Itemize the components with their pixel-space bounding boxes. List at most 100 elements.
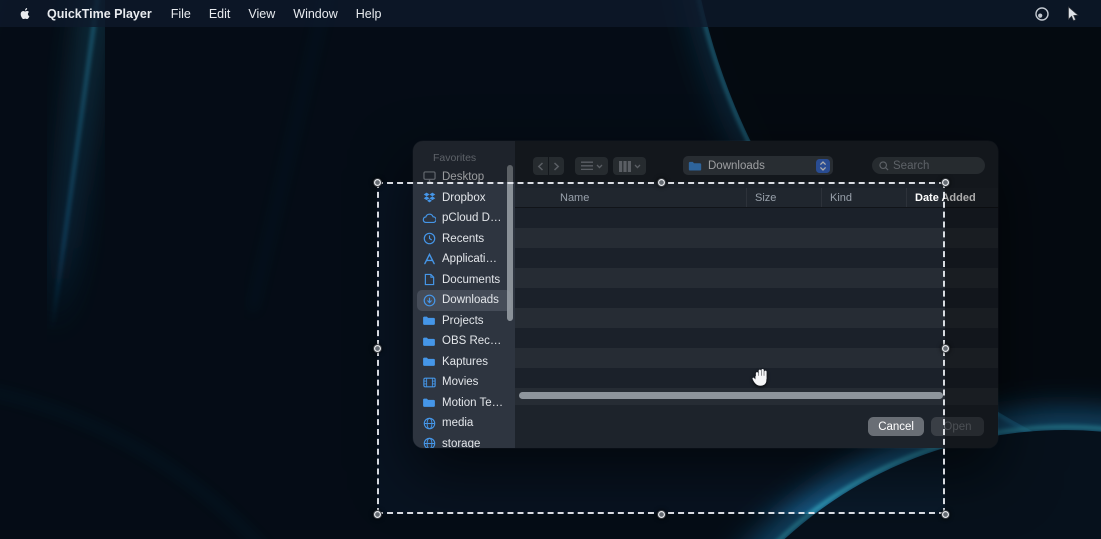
- sidebar-section-label: Favorites: [433, 152, 477, 164]
- apple-logo-icon: [20, 7, 30, 20]
- file-list-row: [515, 228, 998, 248]
- downloads-icon: [422, 293, 436, 307]
- sidebar-item-storage[interactable]: storage: [417, 434, 511, 448]
- menu-edit[interactable]: Edit: [200, 7, 240, 21]
- sidebar-item-applications[interactable]: Applicati…: [417, 249, 511, 270]
- applications-icon: [422, 252, 436, 266]
- sidebar-item-kaptures[interactable]: Kaptures: [417, 352, 511, 373]
- file-list: [515, 208, 998, 388]
- sidebar-item-label: OBS Rec…: [442, 335, 502, 348]
- sidebar-item-downloads[interactable]: Downloads: [417, 290, 511, 311]
- network-icon: [422, 416, 436, 430]
- network-icon: [422, 437, 436, 448]
- hand-cursor-icon: [752, 369, 767, 386]
- cloud-icon: [422, 211, 436, 225]
- column-header-size[interactable]: Size: [747, 188, 822, 207]
- sidebar-item-dropbox[interactable]: Dropbox: [417, 188, 511, 209]
- selection-handle-top-right[interactable]: [941, 178, 950, 187]
- selection-handle-left-middle[interactable]: [373, 344, 382, 353]
- sidebar-item-label: Movies: [442, 376, 479, 389]
- sidebar-item-label: Kaptures: [442, 355, 489, 368]
- sidebar-item-label: pCloud D…: [442, 212, 502, 225]
- chevron-down-icon: [634, 164, 640, 169]
- selection-handle-bottom-middle[interactable]: [657, 510, 666, 519]
- forward-button[interactable]: [549, 157, 564, 175]
- file-list-header: Name Size Kind Date Added: [515, 188, 998, 208]
- dialog-toolbar: Downloads Search: [515, 141, 998, 188]
- file-list-row: [515, 288, 998, 308]
- sidebar-item-label: Desktop: [442, 171, 485, 184]
- location-popup-value: Downloads: [708, 159, 765, 172]
- sidebar-item-recents[interactable]: Recents: [417, 229, 511, 250]
- selection-handle-bottom-right[interactable]: [941, 510, 950, 519]
- horizontal-scrollbar[interactable]: [519, 392, 943, 399]
- back-button[interactable]: [533, 157, 548, 175]
- screen-recording-icon[interactable]: [1034, 6, 1050, 22]
- sidebar-item-pcloud[interactable]: pCloud D…: [417, 208, 511, 229]
- sidebar-item-label: Projects: [442, 314, 484, 327]
- desktop-icon: [422, 170, 436, 184]
- sidebar-item-documents[interactable]: Documents: [417, 270, 511, 291]
- document-icon: [422, 273, 436, 287]
- sidebar-item-obs-recordings[interactable]: OBS Rec…: [417, 331, 511, 352]
- selection-handle-top-middle[interactable]: [657, 178, 666, 187]
- chevron-down-icon: [596, 164, 602, 169]
- column-header-name[interactable]: Name: [515, 188, 747, 207]
- file-list-row: [515, 248, 998, 268]
- popup-stepper-icon: [816, 158, 830, 173]
- finder-sidebar: Favorites Desktop Dropbox pCloud D… Rece…: [413, 141, 515, 448]
- apple-menu[interactable]: [18, 6, 33, 21]
- folder-icon: [422, 396, 436, 410]
- folder-icon: [422, 334, 436, 348]
- column-header-date-added[interactable]: Date Added: [907, 188, 998, 207]
- chevron-left-icon: [537, 161, 544, 171]
- menu-bar: QuickTime Player File Edit View Window H…: [0, 0, 1101, 27]
- active-app-name[interactable]: QuickTime Player: [47, 7, 152, 21]
- file-list-row: [515, 208, 998, 228]
- file-browser-pane: Downloads Search Name Size Kind Date Add…: [515, 141, 998, 448]
- open-button[interactable]: Open: [931, 417, 984, 436]
- cancel-button[interactable]: Cancel: [868, 417, 924, 436]
- folder-icon: [422, 355, 436, 369]
- pointer-icon: [1068, 5, 1079, 21]
- chevron-right-icon: [553, 161, 560, 171]
- menu-view[interactable]: View: [239, 7, 284, 21]
- list-view-button[interactable]: [575, 157, 608, 175]
- grid-view-button[interactable]: [613, 157, 646, 175]
- column-header-kind[interactable]: Kind: [822, 188, 907, 207]
- sidebar-item-label: Applicati…: [442, 253, 497, 266]
- folder-icon: [688, 161, 702, 171]
- sidebar-item-label: Motion Te…: [442, 396, 504, 409]
- sidebar-item-projects[interactable]: Projects: [417, 311, 511, 332]
- sidebar-item-media[interactable]: media: [417, 413, 511, 434]
- menu-help[interactable]: Help: [347, 7, 391, 21]
- sidebar-item-desktop[interactable]: Desktop: [417, 167, 511, 188]
- file-list-row: [515, 348, 998, 368]
- sidebar-item-label: Downloads: [442, 294, 499, 307]
- menu-window[interactable]: Window: [284, 7, 346, 21]
- sidebar-scrollbar[interactable]: [507, 165, 513, 321]
- file-list-row: [515, 308, 998, 328]
- dropbox-icon: [422, 191, 436, 205]
- open-file-dialog: Favorites Desktop Dropbox pCloud D… Rece…: [413, 141, 998, 448]
- list-view-icon: [580, 161, 593, 171]
- selection-handle-right-middle[interactable]: [941, 344, 950, 353]
- folder-icon: [422, 314, 436, 328]
- sidebar-item-label: Dropbox: [442, 191, 486, 204]
- sidebar-item-label: Documents: [442, 273, 501, 286]
- selection-handle-top-left[interactable]: [373, 178, 382, 187]
- sidebar-item-label: storage: [442, 437, 481, 448]
- location-popup[interactable]: Downloads: [683, 156, 833, 175]
- search-icon: [879, 160, 889, 171]
- sidebar-item-movies[interactable]: Movies: [417, 372, 511, 393]
- search-placeholder: Search: [893, 159, 930, 172]
- grid-view-icon: [618, 160, 631, 172]
- selection-handle-bottom-left[interactable]: [373, 510, 382, 519]
- movies-icon: [422, 375, 436, 389]
- menu-file[interactable]: File: [162, 7, 200, 21]
- clock-icon: [422, 232, 436, 246]
- file-list-row: [515, 268, 998, 288]
- file-list-row: [515, 328, 998, 348]
- sidebar-item-motion-templates[interactable]: Motion Te…: [417, 393, 511, 414]
- search-input[interactable]: Search: [872, 157, 985, 174]
